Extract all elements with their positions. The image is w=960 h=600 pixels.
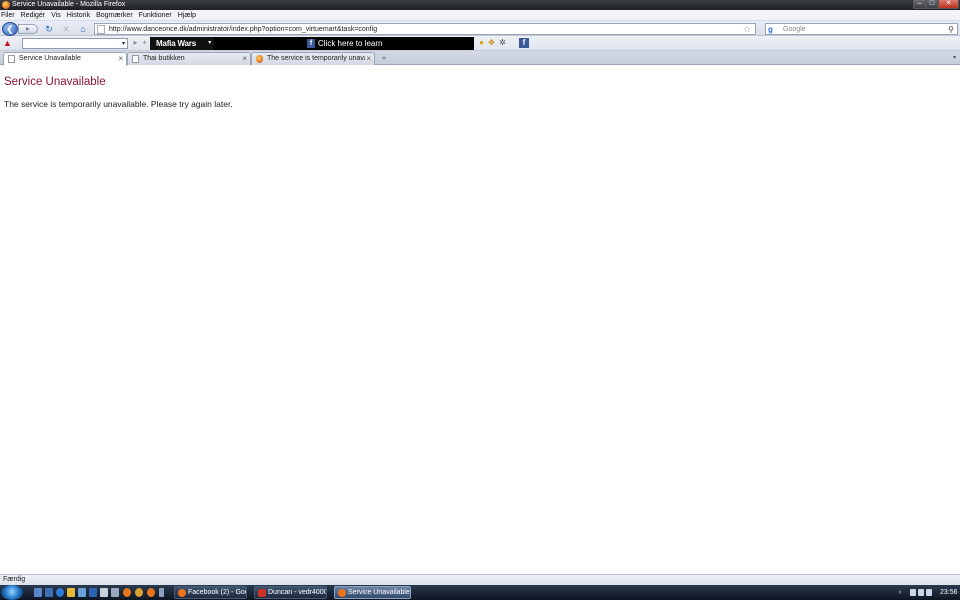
toolbar-logo-icon[interactable]: ▲ — [3, 38, 13, 48]
toolbar-combo-box[interactable]: ▾ — [22, 38, 128, 49]
menu-tools[interactable]: Funktioner — [136, 10, 175, 21]
search-bar[interactable]: g Google ⚲ — [765, 23, 958, 35]
tray-icon[interactable] — [918, 589, 924, 596]
menu-help[interactable]: Hjælp — [175, 10, 199, 21]
taskbar-item-facebook[interactable]: Facebook (2) - Goo... — [174, 586, 247, 599]
quicklaunch-icon[interactable] — [67, 588, 75, 597]
status-text: Færdig — [3, 576, 26, 583]
quicklaunch-icon[interactable] — [135, 588, 143, 597]
menu-edit[interactable]: Redigér — [18, 10, 49, 21]
quicklaunch-icon[interactable] — [123, 588, 131, 597]
clock[interactable]: 23:56 — [940, 585, 958, 600]
toolbar-settings-icon[interactable]: ✲ — [498, 38, 507, 48]
page-icon — [97, 25, 105, 34]
close-tab-icon[interactable]: × — [366, 53, 371, 65]
close-tab-icon[interactable]: × — [118, 53, 123, 65]
quicklaunch-icon[interactable] — [89, 588, 97, 597]
facebook-toolbar-icon[interactable]: f — [519, 38, 529, 48]
menu-bar: Filer Redigér Vis Historik Bogmærker Funktion… — [0, 10, 960, 21]
navigation-toolbar: ❮ ▸ ↻ ✕ ⌂ http://www.danceonce.dk/admini… — [0, 21, 960, 36]
page-title: Service Unavailable — [4, 76, 106, 88]
list-all-tabs-button[interactable]: ▾ — [953, 53, 960, 64]
tab-label: Thai butikken — [143, 55, 185, 62]
quicklaunch-icon[interactable] — [100, 588, 108, 597]
taskbar-item-duncan[interactable]: Duncan - vedr4000... — [254, 586, 327, 599]
bookmark-star-icon[interactable]: ☆ — [743, 24, 751, 35]
menu-file[interactable]: Filer — [0, 10, 18, 21]
window-title-bar: Service Unavailable - Mozilla Firefox – … — [0, 0, 960, 10]
close-window-button[interactable]: ✕ — [938, 0, 959, 9]
page-content: Service Unavailable The service is tempo… — [0, 66, 960, 574]
firefox-icon — [256, 55, 263, 63]
url-bar[interactable]: http://www.danceonce.dk/administrator/in… — [94, 23, 756, 35]
mafia-wars-label: Mafia Wars — [156, 39, 196, 48]
stop-icon[interactable]: ✕ — [61, 24, 71, 34]
quicklaunch-icon[interactable] — [159, 588, 164, 597]
page-icon — [8, 55, 15, 63]
facebook-learn-banner[interactable]: f Click here to learn — [214, 37, 474, 50]
quicklaunch-icon[interactable] — [111, 588, 119, 597]
error-message: The service is temporarily unavailable. … — [4, 99, 233, 109]
menu-bookmarks[interactable]: Bogmærker — [93, 10, 136, 21]
toolbar-plus-icon[interactable]: + — [140, 38, 149, 48]
menu-view[interactable]: Vis — [48, 10, 64, 21]
volume-icon[interactable] — [926, 589, 932, 596]
search-icon[interactable]: ⚲ — [948, 24, 954, 35]
home-icon[interactable]: ⌂ — [78, 24, 88, 34]
show-hidden-icons-button[interactable]: ‹ — [899, 585, 901, 600]
tab-label: The service is temporarily unavailab... — [267, 55, 365, 62]
mafia-wars-button[interactable]: Mafia Wars ▾ — [150, 37, 214, 50]
url-text[interactable]: http://www.danceonce.dk/administrator/in… — [109, 24, 377, 35]
quicklaunch-icon[interactable] — [34, 588, 42, 597]
taskbar: Facebook (2) - Goo... Duncan - vedr4000.… — [0, 585, 960, 600]
filezilla-icon — [258, 589, 266, 597]
firefox-icon — [178, 589, 186, 597]
maximize-button[interactable]: □ — [926, 0, 938, 9]
window-title: Service Unavailable - Mozilla Firefox — [12, 1, 126, 8]
quicklaunch-icon[interactable] — [56, 588, 64, 597]
forward-button[interactable]: ▸ — [18, 24, 38, 34]
chevron-down-icon[interactable]: ▾ — [208, 37, 211, 50]
quicklaunch-icon[interactable] — [45, 588, 53, 597]
search-placeholder[interactable]: Google — [783, 24, 806, 35]
facebook-icon: f — [307, 39, 315, 48]
addon-toolbar: ▲ ▾ ▸ + Mafia Wars ▾ f Click here to lea… — [0, 36, 960, 51]
new-tab-button[interactable]: + — [378, 53, 390, 64]
facebook-learn-text[interactable]: Click here to learn — [318, 37, 382, 50]
quicklaunch-icon[interactable] — [78, 588, 86, 597]
close-tab-icon[interactable]: × — [242, 53, 247, 65]
reload-icon[interactable]: ↻ — [44, 24, 54, 34]
network-icon[interactable] — [910, 589, 916, 596]
menu-history[interactable]: Historik — [64, 10, 93, 21]
taskbar-item-label: Duncan - vedr4000... — [268, 589, 326, 596]
quicklaunch-icon[interactable] — [147, 588, 155, 597]
tab-service-temporarily-unavailable[interactable]: The service is temporarily unavailab... … — [251, 52, 375, 65]
taskbar-item-label: Facebook (2) - Goo... — [188, 589, 246, 596]
minimize-button[interactable]: – — [913, 0, 926, 9]
toolbar-arrow-icon[interactable]: ▸ — [131, 38, 140, 48]
tab-service-unavailable[interactable]: Service Unavailable × — [3, 52, 127, 66]
firefox-icon — [2, 1, 10, 9]
firefox-icon — [338, 589, 346, 597]
toolbar-arrows-icon[interactable]: ✥ — [487, 38, 496, 48]
tab-strip: Service Unavailable × Thai butikken × Th… — [0, 51, 960, 66]
tab-label: Service Unavailable — [19, 55, 81, 62]
toolbar-badge-icon[interactable]: ● — [477, 38, 486, 48]
back-button[interactable]: ❮ — [2, 22, 18, 36]
tab-thai-butikken[interactable]: Thai butikken × — [127, 52, 251, 65]
taskbar-item-service-unavailable[interactable]: Service Unavailable ... — [334, 586, 411, 599]
taskbar-item-label: Service Unavailable ... — [348, 589, 410, 596]
chevron-down-icon[interactable]: ▾ — [122, 39, 125, 49]
status-bar: Færdig — [0, 574, 960, 585]
page-icon — [132, 55, 139, 63]
google-icon[interactable]: g — [768, 25, 776, 34]
start-button[interactable] — [1, 585, 23, 600]
